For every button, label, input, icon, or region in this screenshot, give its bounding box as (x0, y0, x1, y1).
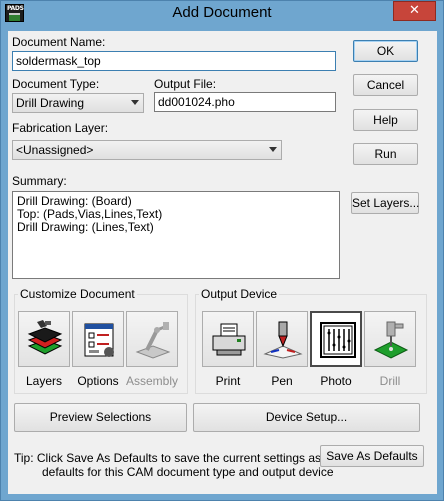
close-button[interactable]: ✕ (393, 1, 436, 21)
dialog-client: Document Name: soldermask_top Document T… (8, 31, 437, 494)
document-name-input[interactable]: soldermask_top (12, 51, 336, 71)
help-button[interactable]: Help (353, 109, 418, 131)
drill-icon (373, 321, 409, 359)
chevron-down-icon (131, 100, 139, 105)
document-name-label: Document Name: (12, 35, 106, 49)
photo-button[interactable] (310, 311, 362, 367)
summary-line: Drill Drawing: (Lines,Text) (17, 220, 154, 234)
title-bar[interactable]: PADS Add Document ✕ (1, 1, 443, 25)
fabrication-layer-value: <Unassigned> (16, 143, 94, 157)
pen-button[interactable] (256, 311, 308, 367)
document-type-label: Document Type: (12, 77, 100, 91)
chevron-down-icon (269, 147, 277, 152)
save-as-defaults-button[interactable]: Save As Defaults (320, 445, 424, 467)
printer-icon (212, 323, 246, 356)
print-button[interactable] (202, 311, 254, 367)
document-type-value: Drill Drawing (16, 96, 85, 110)
fabrication-layer-label: Fabrication Layer: (12, 121, 109, 135)
pen-plotter-icon (263, 321, 303, 359)
summary-text[interactable]: Drill Drawing: (Board) Top: (Pads,Vias,L… (12, 191, 340, 279)
dialog-window: PADS Add Document ✕ Document Name: solde… (0, 0, 444, 501)
photo-plotter-icon (320, 322, 356, 358)
drill-label: Drill (379, 374, 401, 388)
options-button[interactable] (72, 311, 124, 367)
summary-label: Summary: (12, 174, 67, 188)
tip-line-1: Tip: Click Save As Defaults to save the … (14, 451, 342, 465)
customize-document-title: Customize Document (18, 287, 137, 301)
assembly-label: Assembly (125, 374, 178, 388)
device-setup-button[interactable]: Device Setup... (193, 403, 420, 432)
assembly-icon (135, 322, 171, 359)
layers-button[interactable] (18, 311, 70, 367)
run-button[interactable]: Run (353, 143, 418, 165)
print-label: Print (215, 374, 241, 388)
drill-button (364, 311, 416, 367)
assembly-button (126, 311, 178, 367)
document-type-select[interactable]: Drill Drawing (12, 93, 144, 113)
photo-label: Photo (320, 374, 352, 388)
layers-icon (27, 320, 63, 355)
cancel-button[interactable]: Cancel (353, 74, 418, 96)
output-device-title: Output Device (199, 287, 280, 301)
tip-line-2: defaults for this CAM document type and … (42, 465, 334, 479)
set-layers-button[interactable]: Set Layers... (351, 192, 419, 214)
output-file-input[interactable]: dd001024.pho (154, 92, 336, 112)
ok-button[interactable]: OK (353, 40, 418, 62)
window-title: Add Document (172, 4, 272, 21)
layers-label: Layers (25, 374, 63, 388)
pen-label: Pen (271, 374, 293, 388)
output-file-label: Output File: (154, 77, 217, 91)
options-label: Options (77, 374, 119, 388)
preview-selections-button[interactable]: Preview Selections (14, 403, 187, 432)
fabrication-layer-select[interactable]: <Unassigned> (12, 140, 282, 160)
options-icon (84, 323, 114, 357)
